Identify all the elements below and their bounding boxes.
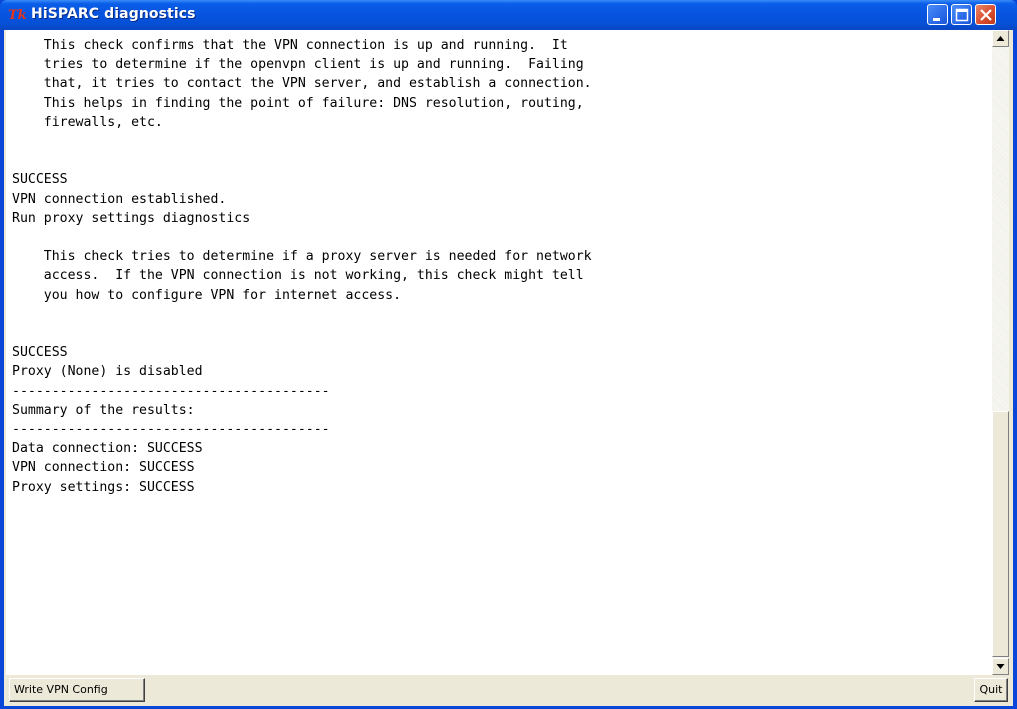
- arrow-up-icon: [996, 36, 1005, 41]
- close-button[interactable]: [975, 4, 996, 25]
- close-icon: [980, 9, 992, 21]
- vertical-scrollbar[interactable]: [992, 30, 1009, 675]
- minimize-icon: [933, 18, 940, 21]
- scrollbar-thumb[interactable]: [992, 411, 1009, 657]
- arrow-down-icon: [996, 664, 1005, 669]
- write-vpn-config-button[interactable]: Write VPN Config: [9, 678, 145, 702]
- window-client-area: This check confirms that the VPN connect…: [4, 30, 1013, 706]
- tk-feather-icon: Tk: [8, 5, 27, 23]
- quit-button[interactable]: Quit: [974, 678, 1008, 702]
- diagnostics-output-text: This check confirms that the VPN connect…: [12, 38, 592, 495]
- scroll-down-button[interactable]: [992, 658, 1009, 675]
- diagnostics-output[interactable]: This check confirms that the VPN connect…: [6, 30, 992, 675]
- minimize-button[interactable]: [927, 4, 948, 25]
- window-title: HiSPARC diagnostics: [31, 6, 196, 22]
- diagnostics-window: Tk HiSPARC diagnostics This check confir…: [0, 0, 1017, 709]
- svg-text:Tk: Tk: [8, 8, 26, 23]
- maximize-icon: [955, 8, 969, 22]
- maximize-button[interactable]: [951, 4, 972, 25]
- scroll-up-button[interactable]: [992, 30, 1009, 47]
- title-bar[interactable]: Tk HiSPARC diagnostics: [0, 0, 1017, 30]
